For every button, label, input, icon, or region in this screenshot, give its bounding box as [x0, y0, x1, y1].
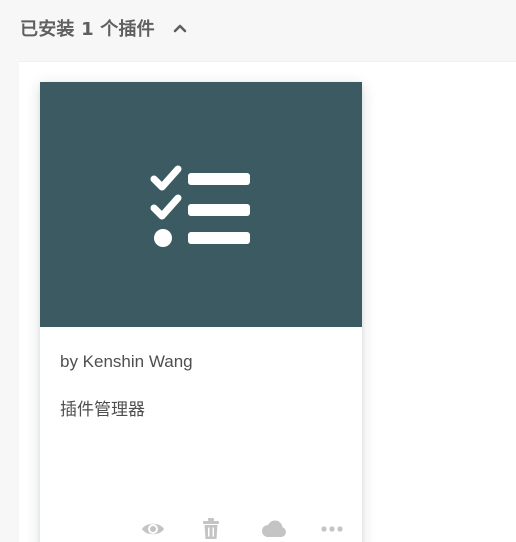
- delete-button[interactable]: [200, 514, 222, 542]
- chevron-up-icon: [173, 24, 187, 33]
- installed-plugins-header: 已安装 1 个插件: [20, 14, 189, 42]
- installed-plugins-title: 已安装 1 个插件: [20, 19, 155, 40]
- more-dots-icon: [321, 526, 343, 532]
- plugins-page: 已安装 1 个插件 by Kenshin Wang 插件管理器: [0, 0, 516, 542]
- plugin-actions: [40, 514, 362, 542]
- plugin-cover: [40, 82, 362, 327]
- checklist-icon: [150, 165, 250, 247]
- collapse-toggle[interactable]: [171, 19, 189, 37]
- more-button[interactable]: [320, 514, 344, 542]
- plugin-description: 插件管理器: [60, 400, 145, 420]
- cloud-button[interactable]: [259, 514, 287, 542]
- eye-icon: [142, 523, 164, 535]
- cloud-icon: [262, 520, 286, 537]
- plugin-card[interactable]: by Kenshin Wang 插件管理器: [40, 82, 362, 542]
- plugins-panel: by Kenshin Wang 插件管理器: [19, 61, 516, 542]
- preview-button[interactable]: [140, 514, 166, 542]
- trash-icon: [203, 518, 219, 539]
- plugin-info: by Kenshin Wang 插件管理器: [40, 327, 362, 497]
- plugin-author: by Kenshin Wang: [60, 352, 193, 371]
